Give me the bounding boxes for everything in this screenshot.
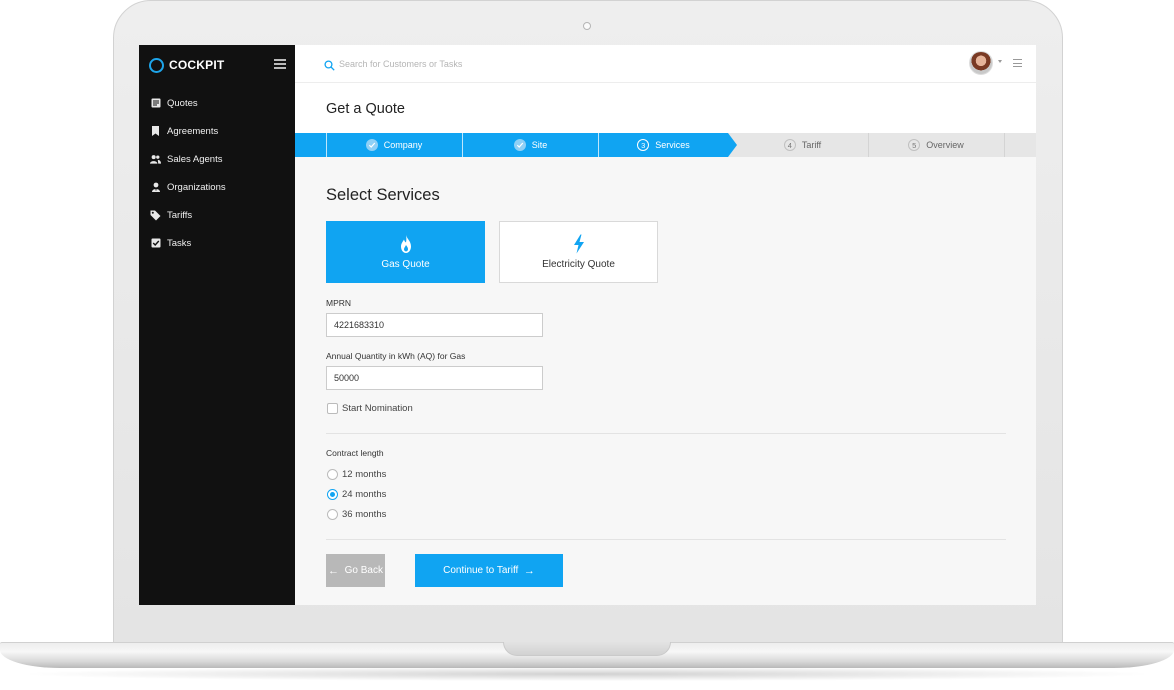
search-icon bbox=[324, 58, 335, 71]
step-site[interactable]: Site bbox=[463, 133, 598, 157]
step-overview[interactable]: 5 Overview bbox=[869, 133, 1003, 157]
brand-logo[interactable]: COCKPIT bbox=[149, 56, 224, 74]
mprn-label: MPRN bbox=[326, 298, 352, 308]
contract-radio-24[interactable] bbox=[327, 489, 338, 500]
page-title: Get a Quote bbox=[326, 101, 405, 117]
camera bbox=[583, 22, 591, 30]
laptop-shadow bbox=[30, 667, 1144, 681]
divider bbox=[326, 433, 1006, 434]
go-back-button[interactable]: ← Go Back bbox=[326, 554, 385, 587]
chevron-down-icon[interactable] bbox=[998, 60, 1002, 63]
check-icon bbox=[513, 139, 526, 151]
topbar bbox=[295, 45, 1036, 83]
service-label: Electricity Quote bbox=[542, 259, 615, 270]
sidebar-item-tariffs[interactable]: Tariffs bbox=[139, 201, 295, 229]
sidebar-item-sales-agents[interactable]: Sales Agents bbox=[139, 145, 295, 173]
section-title: Select Services bbox=[326, 186, 440, 204]
sidebar-item-label: Agreements bbox=[167, 125, 219, 137]
check-icon bbox=[365, 139, 378, 151]
service-label: Gas Quote bbox=[381, 259, 430, 270]
start-nomination-label: Start Nomination bbox=[342, 403, 413, 414]
logo-ring-icon bbox=[149, 57, 164, 73]
radio-label: 24 months bbox=[342, 489, 387, 500]
step-label: Tariff bbox=[801, 140, 822, 150]
sidebar-item-label: Sales Agents bbox=[167, 153, 223, 165]
button-label: Go Back bbox=[344, 565, 383, 576]
step-label: Overview bbox=[926, 140, 964, 150]
search-input[interactable] bbox=[339, 56, 639, 72]
app-screen: COCKPIT Quotes Agreements Sales Agents O… bbox=[139, 45, 1036, 605]
flame-icon bbox=[398, 234, 414, 254]
sidebar-nav: Quotes Agreements Sales Agents Organizat… bbox=[139, 89, 295, 257]
sidebar-item-label: Organizations bbox=[167, 181, 226, 193]
step-label: Company bbox=[383, 140, 423, 150]
step-label: Services bbox=[655, 140, 690, 150]
mprn-field[interactable] bbox=[326, 313, 543, 337]
sidebar-item-agreements[interactable]: Agreements bbox=[139, 117, 295, 145]
document-icon bbox=[150, 98, 161, 109]
tag-icon bbox=[150, 210, 161, 221]
step-divider bbox=[1004, 133, 1005, 157]
radio-label: 36 months bbox=[342, 509, 387, 520]
step-tariff[interactable]: 4 Tariff bbox=[737, 133, 868, 157]
start-nomination-checkbox[interactable] bbox=[327, 403, 338, 414]
brand-name: COCKPIT bbox=[169, 58, 225, 72]
users-icon bbox=[150, 154, 161, 165]
step-divider bbox=[462, 133, 463, 157]
lightning-icon bbox=[571, 234, 587, 254]
step-label: Site bbox=[531, 140, 548, 150]
menu-icon[interactable] bbox=[1013, 59, 1022, 67]
button-label: Continue to Tariff bbox=[443, 565, 519, 576]
sidebar-item-organizations[interactable]: Organizations bbox=[139, 173, 295, 201]
contract-radio-12[interactable] bbox=[327, 469, 338, 480]
step-number: 5 bbox=[908, 139, 921, 151]
aq-field[interactable] bbox=[326, 366, 543, 390]
avatar[interactable] bbox=[969, 51, 993, 75]
step-arrow bbox=[728, 133, 737, 157]
laptop-notch bbox=[503, 642, 671, 656]
main-content: Get a Quote Company Site 3 Services bbox=[295, 45, 1036, 605]
step-number: 4 bbox=[783, 139, 796, 151]
step-company[interactable]: Company bbox=[326, 133, 462, 157]
sidebar: COCKPIT Quotes Agreements Sales Agents O… bbox=[139, 45, 295, 605]
bookmark-icon bbox=[150, 126, 161, 137]
aq-label: Annual Quantity in kWh (AQ) for Gas bbox=[326, 351, 466, 361]
sidebar-item-label: Tariffs bbox=[167, 209, 193, 221]
hamburger-menu-icon[interactable] bbox=[274, 59, 286, 69]
arrow-left-icon: ← bbox=[328, 564, 340, 577]
quote-stepper: Company Site 3 Services 4 Tariff 5 Overv… bbox=[295, 133, 1036, 157]
contract-radio-36[interactable] bbox=[327, 509, 338, 520]
sidebar-item-label: Tasks bbox=[167, 237, 192, 249]
checkbox-icon bbox=[150, 238, 161, 249]
sidebar-item-tasks[interactable]: Tasks bbox=[139, 229, 295, 257]
sidebar-item-quotes[interactable]: Quotes bbox=[139, 89, 295, 117]
contract-length-label: Contract length bbox=[326, 448, 384, 458]
stepper-lead bbox=[295, 133, 326, 157]
gas-quote-card[interactable]: Gas Quote bbox=[326, 221, 485, 283]
step-divider bbox=[598, 133, 599, 157]
divider bbox=[326, 539, 1006, 540]
electricity-quote-card[interactable]: Electricity Quote bbox=[499, 221, 658, 283]
page-header: Get a Quote bbox=[295, 83, 1036, 133]
continue-to-tariff-button[interactable]: Continue to Tariff → bbox=[415, 554, 563, 587]
step-services[interactable]: 3 Services bbox=[599, 133, 728, 157]
sidebar-item-label: Quotes bbox=[167, 97, 198, 109]
arrow-right-icon: → bbox=[523, 564, 535, 577]
organization-icon bbox=[150, 182, 161, 193]
step-divider bbox=[326, 133, 327, 157]
step-number: 3 bbox=[637, 139, 650, 151]
radio-label: 12 months bbox=[342, 469, 387, 480]
